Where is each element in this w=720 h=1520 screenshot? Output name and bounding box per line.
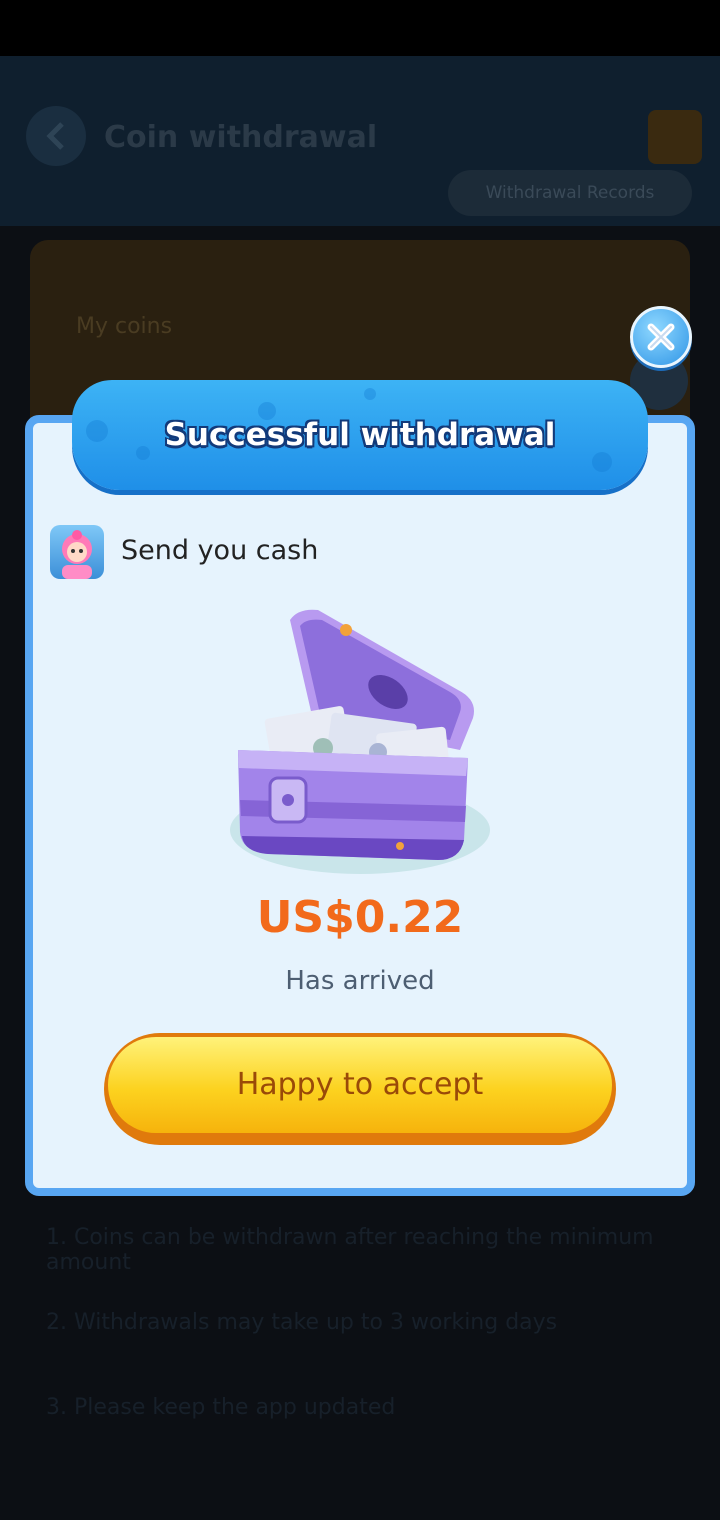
back-button bbox=[26, 106, 86, 166]
dialog-title: Successful withdrawal bbox=[164, 417, 556, 453]
rules-text-line: 2. Withdrawals may take up to 3 working … bbox=[46, 1310, 558, 1335]
dialog-title-banner: Successful withdrawal bbox=[72, 380, 648, 490]
header-icon-button bbox=[648, 110, 702, 164]
money-chest-icon bbox=[228, 600, 492, 880]
rules-text-line: 1. Coins can be withdrawn after reaching… bbox=[46, 1225, 654, 1275]
back-arrow-icon bbox=[46, 122, 64, 150]
coins-card-label: My coins bbox=[76, 314, 173, 339]
close-button[interactable] bbox=[630, 306, 692, 368]
page-title: Coin withdrawal bbox=[104, 120, 378, 155]
records-button: Withdrawal Records bbox=[448, 170, 692, 216]
app-icon bbox=[50, 525, 104, 579]
close-icon bbox=[647, 323, 675, 351]
status-bar bbox=[0, 0, 720, 56]
withdrawal-amount: US$0.22 bbox=[256, 892, 464, 943]
status-text: Has arrived bbox=[285, 966, 435, 996]
accept-button[interactable]: Happy to accept bbox=[104, 1033, 616, 1145]
rules-text-line: 3. Please keep the app updated bbox=[46, 1395, 396, 1420]
accept-button-label: Happy to accept bbox=[236, 1067, 484, 1102]
sender-text: Send you cash bbox=[121, 535, 319, 566]
